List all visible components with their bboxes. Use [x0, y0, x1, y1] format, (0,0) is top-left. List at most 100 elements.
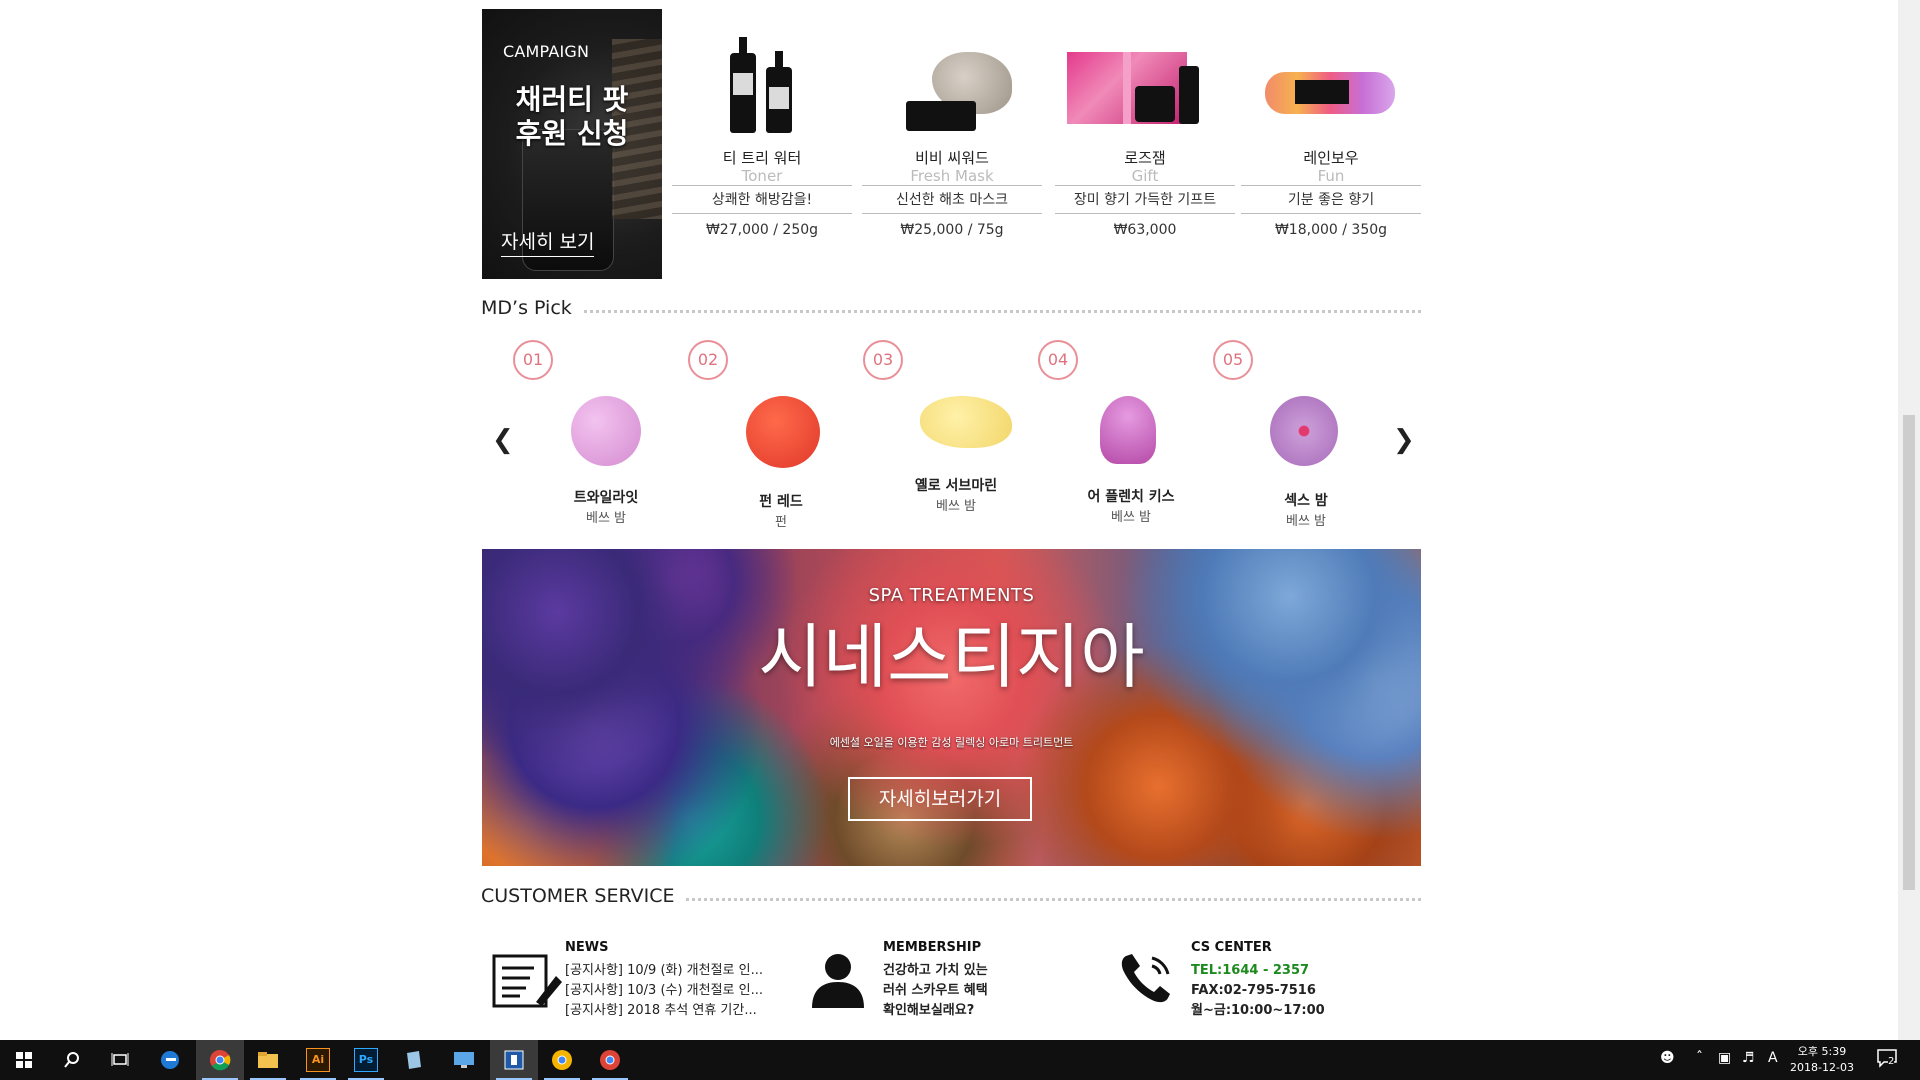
- product-name: 티 트리 워터: [722, 149, 802, 167]
- product-name: 레인보우: [1303, 149, 1359, 167]
- product-card[interactable]: 비비 씨워드 Fresh Mask 신선한 해초 마스크 ₩25,000 / 7…: [862, 30, 1042, 238]
- dotted-divider: [481, 310, 1421, 313]
- photoshop-label: Ps: [354, 1048, 378, 1072]
- pick-image-twilight[interactable]: [571, 396, 641, 466]
- mds-pick-header: MD’s Pick: [481, 297, 1421, 327]
- pick-rank-badge: 05: [1213, 340, 1253, 380]
- news-icon: [490, 950, 564, 1016]
- product-price: ₩18,000 / 350g: [1274, 222, 1388, 238]
- ime-indicator[interactable]: A: [1768, 1050, 1778, 1066]
- product-image-mask[interactable]: [862, 30, 1042, 145]
- notepad-icon[interactable]: [390, 1040, 438, 1080]
- pick-name: 어 플렌치 키스: [1087, 489, 1175, 505]
- pick-item[interactable]: 어 플렌치 키스 베쓰 밤: [1056, 486, 1206, 525]
- carousel-next-arrow[interactable]: ❯: [1393, 425, 1415, 455]
- pick-image-sex-bomb[interactable]: [1270, 396, 1338, 466]
- mds-pick-title: MD’s Pick: [481, 297, 582, 319]
- pick-image-fun-red[interactable]: [746, 396, 820, 468]
- chrome-icon[interactable]: [586, 1040, 634, 1080]
- task-view-icon[interactable]: [96, 1040, 144, 1080]
- campaign-title-line1: 채러티 팟: [515, 83, 629, 116]
- chrome-icon[interactable]: [196, 1040, 244, 1080]
- phone-icon: [1118, 950, 1176, 1010]
- pick-item[interactable]: 펀 레드 펀: [706, 491, 856, 530]
- pick-category: 베쓰 밤: [585, 511, 626, 526]
- spa-detail-button[interactable]: 자세히보러가기: [848, 777, 1032, 821]
- product-tagline: 신선한 해초 마스크: [862, 185, 1042, 214]
- file-explorer-icon[interactable]: [244, 1040, 292, 1080]
- product-card[interactable]: 로즈잼 Gift 장미 향기 가득한 기프트 ₩63,000: [1055, 30, 1235, 238]
- news-item[interactable]: [공지사항] 10/9 (화) 개천절로 인...: [565, 961, 763, 981]
- product-name: 로즈잼: [1124, 149, 1166, 167]
- cs-fax: FAX:02-795-7516: [1191, 983, 1316, 998]
- product-tagline: 장미 향기 가득한 기프트: [1055, 185, 1235, 214]
- pick-item[interactable]: 섹스 밤 베쓰 밤: [1231, 490, 1381, 529]
- product-price: ₩27,000 / 250g: [705, 222, 819, 238]
- spa-label: SPA TREATMENTS: [868, 585, 1035, 606]
- campaign-tag: CAMPAIGN: [503, 42, 590, 61]
- network-icon[interactable]: ▣: [1718, 1050, 1731, 1066]
- campaign-banner[interactable]: CAMPAIGN 채러티 팟 후원 신청 자세히 보기: [482, 9, 662, 279]
- spa-banner: SPA TREATMENTS 시네스티지아 에센셜 오일을 이용한 감성 릴렉싱…: [482, 549, 1421, 866]
- page-scrollbar[interactable]: [1898, 0, 1920, 1040]
- page-content: CAMPAIGN 채러티 팟 후원 신청 자세히 보기 티 트리 워터 Tone…: [0, 0, 1898, 1040]
- customer-service-title: CUSTOMER SERVICE: [481, 885, 685, 907]
- chrome-icon[interactable]: [538, 1040, 586, 1080]
- product-name: 비비 씨워드: [915, 149, 989, 167]
- people-icon[interactable]: ☻: [1660, 1050, 1675, 1066]
- search-icon[interactable]: [48, 1040, 96, 1080]
- user-icon: [810, 950, 866, 1014]
- product-subtitle: Gift: [1131, 167, 1159, 185]
- pick-item[interactable]: 트와일라잇 베쓰 밤: [531, 487, 681, 526]
- membership-line: 건강하고 가치 있는: [883, 963, 988, 978]
- news-section: NEWS [공지사항] 10/9 (화) 개천절로 인... [공지사항] 10…: [565, 940, 763, 1021]
- pick-name: 섹스 밤: [1284, 493, 1328, 509]
- carousel-prev-arrow[interactable]: ❮: [492, 425, 514, 455]
- product-image-toner[interactable]: [672, 30, 852, 145]
- product-tagline: 기분 좋은 향기: [1241, 185, 1421, 214]
- edge-icon[interactable]: [146, 1040, 194, 1080]
- scrollbar-thumb[interactable]: [1903, 415, 1915, 890]
- product-subtitle: Fresh Mask: [910, 167, 994, 185]
- product-image-gift[interactable]: [1055, 30, 1235, 145]
- pick-image-yellow-submarine[interactable]: [920, 396, 1012, 448]
- pick-image-french-kiss[interactable]: [1100, 396, 1156, 464]
- pick-category: 베쓰 밤: [1110, 510, 1151, 525]
- product-tagline: 상쾌한 해방감을!: [672, 185, 852, 214]
- spa-title: 시네스티지아: [758, 616, 1145, 698]
- membership-line: 러쉬 스카우트 혜택: [883, 983, 988, 998]
- remote-desktop-icon[interactable]: [440, 1040, 488, 1080]
- chevron-up-icon[interactable]: ˆ: [1696, 1050, 1703, 1066]
- membership-heading: MEMBERSHIP: [883, 940, 982, 955]
- pick-name: 트와일라잇: [573, 490, 639, 506]
- start-icon[interactable]: [0, 1040, 48, 1080]
- customer-service-header: CUSTOMER SERVICE: [481, 885, 1421, 915]
- pick-rank-badge: 01: [513, 340, 553, 380]
- campaign-title: 채러티 팟 후원 신청: [482, 83, 662, 151]
- product-price: ₩25,000 / 75g: [900, 222, 1004, 238]
- app-icon[interactable]: [490, 1040, 538, 1080]
- membership-line[interactable]: 확인해보실래요?: [883, 1001, 988, 1021]
- notification-center-icon[interactable]: 2: [1876, 1048, 1904, 1072]
- pick-item[interactable]: 옐로 서브마린 베쓰 밤: [881, 475, 1031, 514]
- product-image-rainbow[interactable]: [1241, 30, 1421, 145]
- pick-category: 베쓰 밤: [935, 499, 976, 514]
- spa-description: 에센셜 오일을 이용한 감성 릴렉싱 아로마 트리트먼트: [829, 736, 1074, 749]
- campaign-detail-link[interactable]: 자세히 보기: [501, 227, 595, 257]
- product-card[interactable]: 레인보우 Fun 기분 좋은 향기 ₩18,000 / 350g: [1241, 30, 1421, 238]
- notification-count: 2: [1888, 1056, 1895, 1067]
- cs-hours: 월~금:10:00~17:00: [1191, 1003, 1325, 1018]
- photoshop-icon[interactable]: Ps: [342, 1040, 390, 1080]
- cs-telephone[interactable]: TEL:1644 - 2357: [1191, 961, 1325, 981]
- cs-center-heading: CS CENTER: [1191, 940, 1272, 955]
- pick-rank-badge: 04: [1038, 340, 1078, 380]
- news-item[interactable]: [공지사항] 2018 추석 연휴 기간...: [565, 1001, 763, 1021]
- news-heading: NEWS: [565, 940, 609, 955]
- pick-name: 옐로 서브마린: [914, 478, 998, 494]
- system-clock[interactable]: 오후 5:39 2018-12-03: [1782, 1044, 1862, 1076]
- product-card[interactable]: 티 트리 워터 Toner 상쾌한 해방감을! ₩27,000 / 250g: [672, 30, 852, 238]
- illustrator-label: Ai: [306, 1048, 330, 1072]
- volume-icon[interactable]: ♬: [1742, 1050, 1755, 1066]
- illustrator-icon[interactable]: Ai: [294, 1040, 342, 1080]
- news-item[interactable]: [공지사항] 10/3 (수) 개천절로 인...: [565, 981, 763, 1001]
